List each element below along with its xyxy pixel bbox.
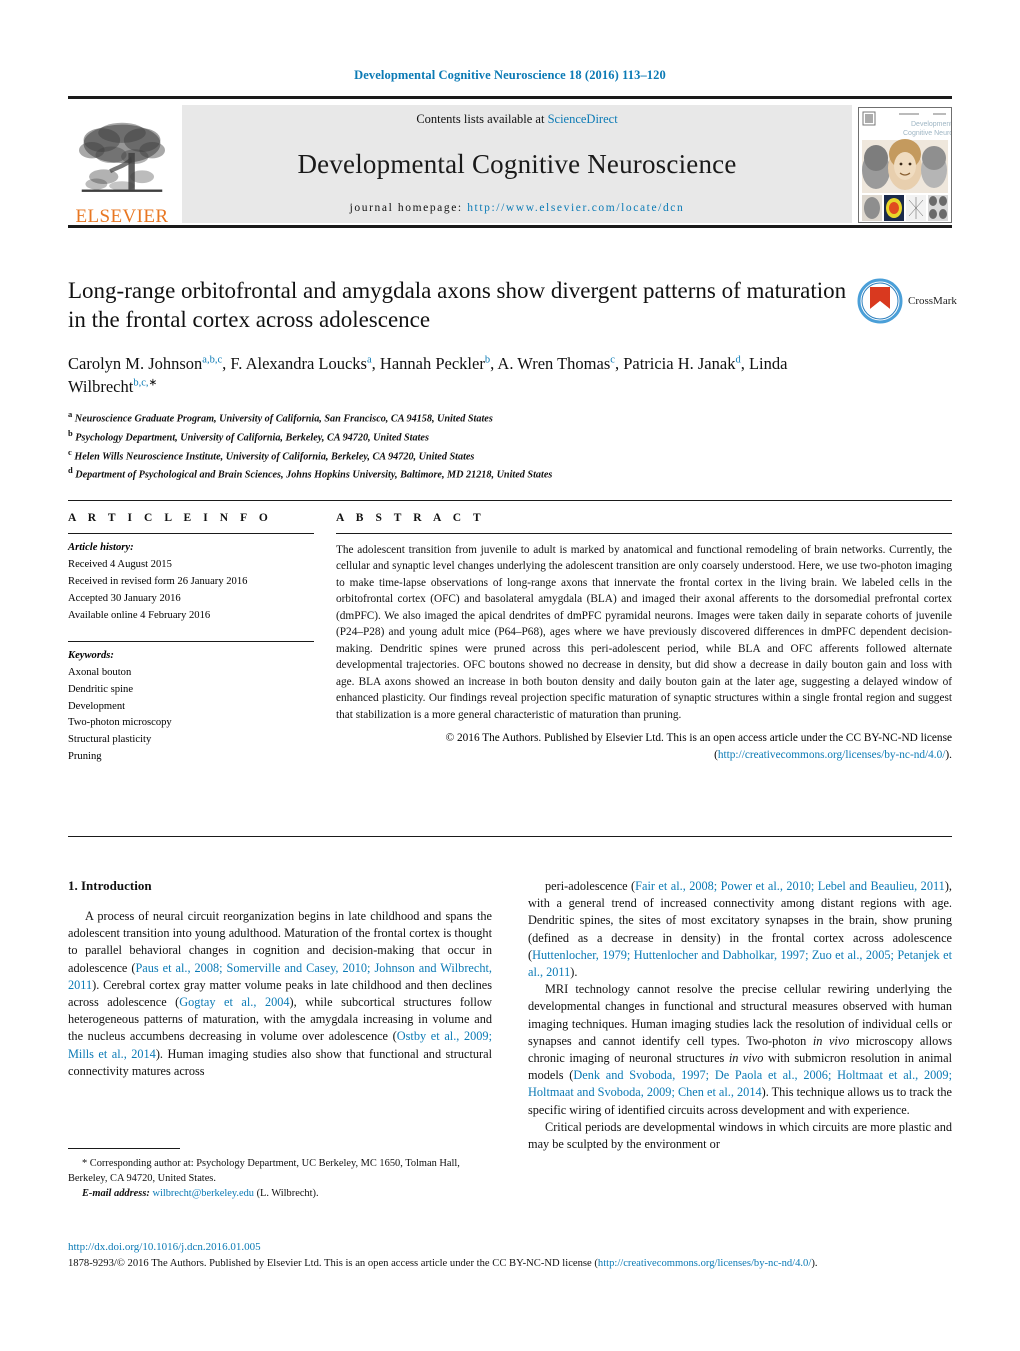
keywords-label: Keywords: bbox=[68, 649, 114, 661]
abstract-heading: A B S T R A C T bbox=[336, 512, 486, 524]
contents-prefix: Contents lists available at bbox=[416, 112, 548, 126]
keyword-item: Two-photon microscopy bbox=[68, 717, 172, 729]
keyword-item: Axonal bouton bbox=[68, 666, 132, 678]
affiliation-marker: d bbox=[68, 465, 73, 476]
footnote-rule bbox=[68, 1148, 180, 1149]
info-abstract-band: A R T I C L E I N F O Article history: R… bbox=[68, 500, 952, 766]
svg-text:Developmental: Developmental bbox=[911, 121, 951, 128]
section-heading-introduction: 1. Introduction bbox=[68, 878, 152, 893]
journal-title: Developmental Cognitive Neuroscience bbox=[297, 149, 737, 179]
email-label: E-mail address: bbox=[82, 1188, 150, 1200]
citation-link[interactable]: Gogtay et al., 2004 bbox=[179, 995, 289, 1009]
journal-cover-thumbnail: Developmental Cognitive Neuroscience bbox=[858, 107, 952, 223]
affiliation-marker: c bbox=[68, 446, 72, 457]
elsevier-wordmark: ELSEVIER bbox=[75, 206, 169, 227]
crossmark-label: CrossMark bbox=[908, 295, 957, 307]
cover-art-icon: Developmental Cognitive Neuroscience bbox=[859, 108, 951, 222]
keywords-group: Keywords: Axonal bouton Dendritic spine … bbox=[68, 642, 314, 767]
contents-line: Contents lists available at ScienceDirec… bbox=[416, 112, 617, 127]
title-block: Long-range orbitofrontal and amygdala ax… bbox=[68, 276, 848, 483]
affiliation-item: d Department of Psychological and Brain … bbox=[68, 464, 848, 483]
issn-text: 1878-9293/© 2016 The Authors. Published … bbox=[68, 1257, 598, 1269]
svg-text:Cognitive Neuroscience: Cognitive Neuroscience bbox=[903, 130, 951, 137]
email-line: E-mail address: wilbrecht@berkeley.edu (… bbox=[68, 1186, 492, 1201]
email-link[interactable]: wilbrecht@berkeley.edu bbox=[152, 1188, 254, 1199]
intro-paragraph-1-cont: peri-adolescence (Fair et al., 2008; Pow… bbox=[528, 879, 952, 980]
citation-link[interactable]: Huttenlocher, 1979; Huttenlocher and Dab… bbox=[528, 948, 952, 979]
copyright-tail: ). bbox=[945, 748, 952, 761]
intro-paragraph-1: A process of neural circuit reorganizati… bbox=[68, 909, 492, 1078]
affiliation-text: Helen Wills Neuroscience Institute, Univ… bbox=[74, 450, 475, 462]
issn-tail: ). bbox=[811, 1257, 818, 1269]
history-item: Received in revised form 26 January 2016 bbox=[68, 575, 248, 587]
affiliation-text: Neuroscience Graduate Program, Universit… bbox=[74, 413, 493, 425]
paper-title: Long-range orbitofrontal and amygdala ax… bbox=[68, 278, 847, 333]
doi-link[interactable]: http://dx.doi.org/10.1016/j.dcn.2016.01.… bbox=[68, 1241, 261, 1253]
body-columns: 1. Introduction A process of neural circ… bbox=[68, 878, 952, 1153]
history-item: Received 4 August 2015 bbox=[68, 558, 172, 570]
citation-link[interactable]: Fair et al., 2008; Power et al., 2010; L… bbox=[635, 879, 945, 893]
footer-license-link[interactable]: http://creativecommons.org/licenses/by-n… bbox=[598, 1258, 811, 1269]
keyword-item: Structural plasticity bbox=[68, 734, 152, 746]
citation-link[interactable]: Ostby et al., 2009; Mills et al., 2014 bbox=[68, 1029, 492, 1060]
elsevier-logo: ELSEVIER bbox=[68, 102, 176, 228]
affiliation-marker: a bbox=[68, 408, 73, 419]
citation-link[interactable]: Denk and Svoboda, 1997; De Paola et al.,… bbox=[528, 1068, 952, 1099]
body-column-right: peri-adolescence (Fair et al., 2008; Pow… bbox=[528, 878, 952, 1153]
intro-paragraph-3: Critical periods are developmental windo… bbox=[528, 1119, 952, 1152]
abstract-body: The adolescent transition from juvenile … bbox=[336, 544, 952, 721]
abstract-copyright: © 2016 The Authors. Published by Elsevie… bbox=[336, 730, 952, 763]
issn-copyright-line: 1878-9293/© 2016 The Authors. Published … bbox=[68, 1256, 952, 1271]
keyword-item: Dendritic spine bbox=[68, 683, 134, 695]
running-head: Developmental Cognitive Neuroscience 18 … bbox=[354, 68, 666, 82]
affiliation-list: a Neuroscience Graduate Program, Univers… bbox=[68, 408, 848, 484]
abstract-column: A B S T R A C T The adolescent transitio… bbox=[336, 501, 952, 766]
body-column-left: 1. Introduction A process of neural circ… bbox=[68, 878, 492, 1153]
doi-line: http://dx.doi.org/10.1016/j.dcn.2016.01.… bbox=[68, 1239, 952, 1256]
history-item: Available online 4 February 2016 bbox=[68, 609, 211, 621]
corresponding-author-text: * Corresponding author at: Psychology De… bbox=[68, 1158, 460, 1185]
keyword-item: Pruning bbox=[68, 751, 102, 763]
article-history-label: Article history: bbox=[68, 542, 134, 553]
footer-doi-block: http://dx.doi.org/10.1016/j.dcn.2016.01.… bbox=[68, 1239, 952, 1271]
elsevier-tree-icon bbox=[79, 122, 165, 192]
sciencedirect-link[interactable]: ScienceDirect bbox=[548, 112, 618, 126]
email-tail: (L. Wilbrecht). bbox=[253, 1188, 319, 1200]
citation-link[interactable]: Paus et al., 2008; Somerville and Casey,… bbox=[68, 961, 492, 992]
affiliation-item: b Psychology Department, University of C… bbox=[68, 427, 848, 446]
band-bottom-rule bbox=[68, 836, 952, 837]
author-list: Carolyn M. Johnsona,b,c, F. Alexandra Lo… bbox=[68, 353, 788, 397]
affiliation-item: c Helen Wills Neuroscience Institute, Un… bbox=[68, 446, 848, 465]
affiliation-item: a Neuroscience Graduate Program, Univers… bbox=[68, 408, 848, 427]
crossmark-badge[interactable]: CrossMark bbox=[857, 276, 961, 326]
affiliation-marker: b bbox=[68, 427, 73, 438]
journal-homepage-link[interactable]: http://www.elsevier.com/locate/dcn bbox=[467, 202, 684, 214]
article-history-group: Article history: Received 4 August 2015 … bbox=[68, 534, 314, 625]
article-info-column: A R T I C L E I N F O Article history: R… bbox=[68, 501, 336, 766]
corresponding-author-footnote: * Corresponding author at: Psychology De… bbox=[68, 1148, 492, 1201]
article-info-heading: A R T I C L E I N F O bbox=[68, 512, 273, 524]
license-link[interactable]: http://creativecommons.org/licenses/by-n… bbox=[718, 749, 946, 761]
intro-paragraph-2: MRI technology cannot resolve the precis… bbox=[528, 982, 952, 1117]
crossmark-icon bbox=[857, 278, 903, 324]
masthead-center: Contents lists available at ScienceDirec… bbox=[182, 105, 852, 223]
history-item: Accepted 30 January 2016 bbox=[68, 592, 181, 604]
homepage-line: journal homepage: http://www.elsevier.co… bbox=[350, 202, 685, 214]
homepage-prefix: journal homepage: bbox=[349, 202, 468, 214]
journal-masthead: ELSEVIER Contents lists available at Sci… bbox=[68, 96, 952, 228]
affiliation-text: Department of Psychological and Brain Sc… bbox=[75, 469, 553, 481]
paper-page: Developmental Cognitive Neuroscience 18 … bbox=[0, 0, 1020, 1351]
affiliation-text: Psychology Department, University of Cal… bbox=[75, 432, 429, 443]
keyword-item: Development bbox=[68, 700, 126, 712]
